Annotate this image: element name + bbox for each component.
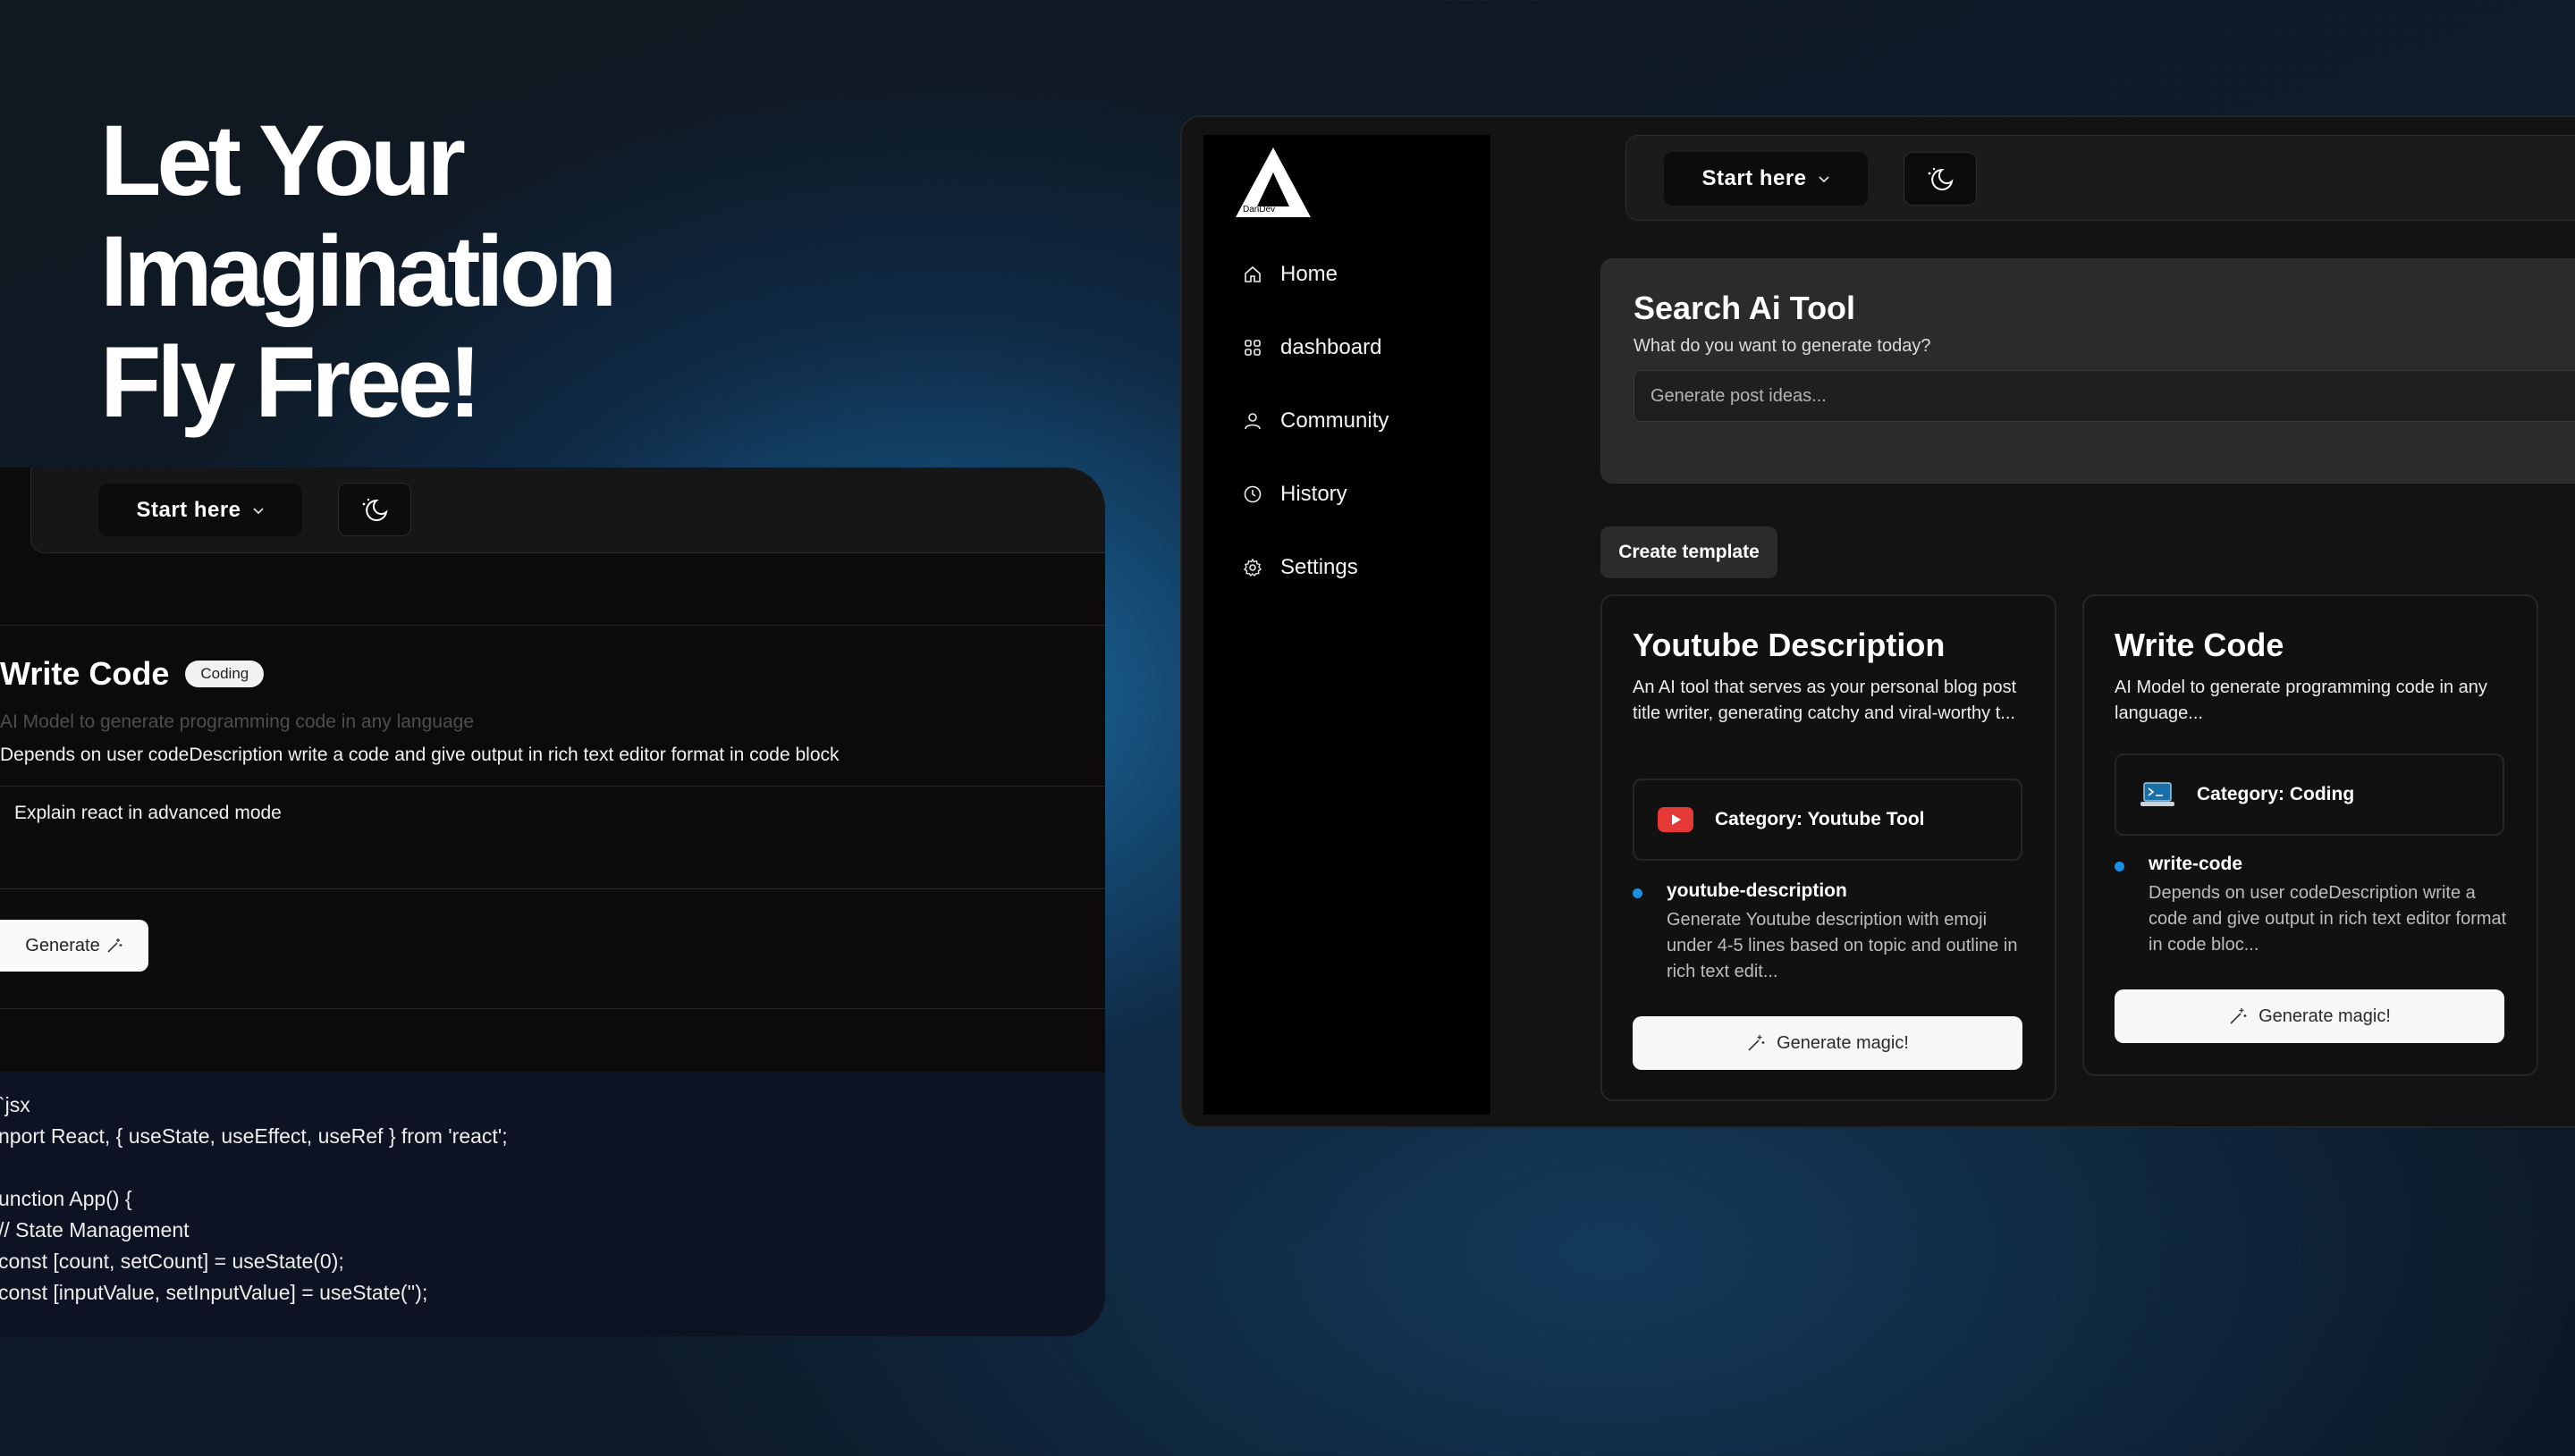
write-code-panel: Start here Write Code Coding AI Model to… [0, 467, 1105, 1336]
moon-icon [359, 496, 391, 523]
theme-toggle-button[interactable] [338, 483, 411, 536]
moon-icon [1924, 165, 1956, 192]
tool-slug-description: Depends on user codeDescription write a … [2149, 883, 2507, 955]
sidebar: DanDev Home dashboard Community History … [1203, 135, 1491, 1115]
magic-wand-icon [1746, 1033, 1766, 1053]
sidebar-item-label: dashboard [1280, 335, 1382, 359]
gear-icon [1243, 558, 1262, 577]
sidebar-item-dashboard[interactable]: dashboard [1243, 330, 1381, 366]
code-line: const [inputValue, setInputValue] = useS… [0, 1281, 428, 1304]
start-here-button[interactable]: Start here [98, 484, 302, 536]
user-icon [1243, 411, 1262, 431]
theme-toggle-button[interactable] [1904, 152, 1977, 206]
grid-icon [1243, 338, 1262, 358]
sidebar-item-label: History [1280, 482, 1347, 506]
sidebar-item-label: Community [1280, 408, 1389, 433]
generate-button[interactable]: Generate [0, 920, 148, 972]
tool-slug: write-code [2149, 854, 2243, 874]
tool-card-youtube-description[interactable]: Youtube Description An AI tool that serv… [1600, 594, 2056, 1101]
hero-heading: Let Your Imagination Fly Free! [100, 105, 994, 438]
code-line: // State Management [0, 1218, 190, 1241]
create-template-button[interactable]: Create template [1600, 526, 1777, 578]
category-box: Category: Youtube Tool [1633, 778, 2022, 861]
generate-label: Generate [25, 935, 100, 955]
code-line: unction App() { [0, 1187, 132, 1210]
home-icon [1243, 265, 1262, 284]
hero-line-1: Let Your Imagination [100, 105, 617, 327]
chevron-down-icon [1818, 174, 1830, 183]
generate-magic-button[interactable]: Generate magic! [2115, 989, 2504, 1043]
sidebar-item-label: Home [1280, 262, 1338, 286]
start-here-button[interactable]: Start here [1664, 152, 1868, 206]
magic-wand-icon [2228, 1006, 2248, 1026]
app-window: DanDev Home dashboard Community History … [1180, 115, 2575, 1128]
start-here-label: Start here [136, 497, 241, 522]
card-description: An AI tool that serves as your personal … [1633, 678, 2017, 723]
sidebar-item-settings[interactable]: Settings [1243, 550, 1358, 585]
card-title: Youtube Description [1633, 627, 1946, 663]
tool-description: AI Model to generate programming code in… [0, 711, 475, 732]
button-label: Generate magic! [2258, 1006, 2391, 1026]
category-box: Category: Coding [2115, 753, 2504, 836]
divider [0, 625, 1105, 626]
search-subtitle: What do you want to generate today? [1634, 336, 1931, 356]
chevron-down-icon [252, 506, 265, 515]
tool-title: Write Code Coding [0, 655, 265, 693]
tool-card-write-code[interactable]: Write Code AI Model to generate programm… [2082, 594, 2538, 1076]
youtube-icon [1658, 807, 1693, 832]
search-input[interactable] [1634, 370, 2575, 422]
tool-slug-description: Generate Youtube description with emoji … [1667, 910, 2018, 981]
category-badge: Coding [185, 661, 265, 687]
panel-topbar: Start here [30, 467, 1105, 553]
magic-wand-icon [106, 937, 123, 955]
sidebar-item-history[interactable]: History [1243, 476, 1347, 512]
bullet-dot [2115, 862, 2124, 871]
sidebar-item-community[interactable]: Community [1243, 403, 1389, 439]
prompt-input[interactable]: Explain react in advanced mode [0, 786, 1105, 889]
tool-title-text: Write Code [0, 655, 170, 692]
generate-magic-button[interactable]: Generate magic! [1633, 1016, 2022, 1070]
code-line: nport React, { useState, useEffect, useR… [0, 1124, 508, 1148]
card-description: AI Model to generate programming code in… [2115, 678, 2487, 723]
button-label: Generate magic! [1777, 1032, 1909, 1053]
category-label: Category: Youtube Tool [1715, 809, 1925, 829]
search-title: Search Ai Tool [1634, 290, 1856, 326]
app-topbar: Start here [1625, 135, 2575, 221]
clock-icon [1243, 484, 1262, 504]
card-title: Write Code [2115, 627, 2284, 663]
code-line: `jsx [0, 1093, 30, 1116]
dandev-logo[interactable]: DanDev [1230, 142, 1316, 224]
list-item: youtube-description Generate Youtube des… [1633, 880, 2026, 988]
divider [0, 1008, 1105, 1009]
sidebar-item-home[interactable]: Home [1243, 257, 1338, 292]
code-line: const [count, setCount] = useState(0); [0, 1250, 344, 1273]
category-label: Category: Coding [2197, 784, 2355, 804]
tool-slug: youtube-description [1667, 880, 1847, 901]
code-output: `jsx nport React, { useState, useEffect,… [0, 1072, 1105, 1336]
start-here-label: Start here [1701, 166, 1807, 190]
search-card: Search Ai Tool What do you want to gener… [1600, 258, 2575, 484]
bullet-dot [1633, 888, 1642, 898]
logo-text: DanDev [1243, 205, 1275, 215]
hero-line-2: Fly Free! [100, 326, 482, 438]
laptop-icon [2140, 780, 2175, 809]
tool-prompt: Depends on user codeDescription write a … [0, 745, 840, 765]
list-item: write-code Depends on user codeDescripti… [2115, 854, 2508, 961]
sidebar-item-label: Settings [1280, 555, 1358, 579]
